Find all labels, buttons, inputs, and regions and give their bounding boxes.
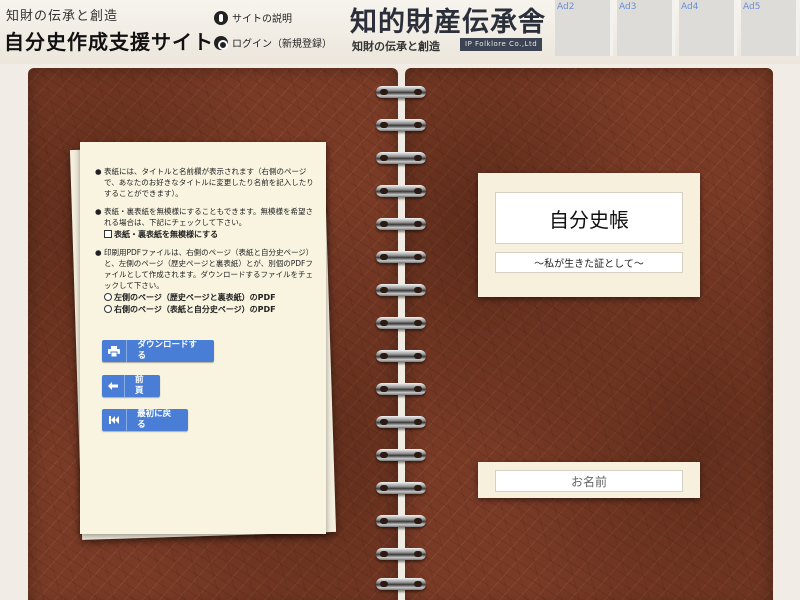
arrow-left-icon (102, 375, 126, 397)
ad-slot-4[interactable]: Ad4 (679, 0, 737, 56)
brand-name: 知的財産伝承舎 (350, 7, 546, 38)
spiral-ring (376, 350, 426, 362)
plain-cover-label: 表紙・裏表紙を無模様にする (114, 230, 219, 239)
site-title[interactable]: 自分史作成支援サイト (4, 26, 214, 55)
spiral-ring (376, 86, 426, 98)
instruction-item: ● 表紙には、タイトルと名前欄が表示されます（右側のページで、あなたのお好きなタ… (94, 166, 316, 199)
instruction-pdf: 印刷用PDFファイルは、右側のページ（表紙と自分史ページ）と、左側のページ（歴史… (104, 248, 314, 290)
spiral-ring (376, 416, 426, 428)
prev-page-button[interactable]: 前頁 (102, 375, 160, 397)
bullet: ● (95, 248, 102, 257)
spiral-ring (376, 218, 426, 230)
pdf-right-option[interactable]: 右側のページ（表紙と自分史ページ）のPDF (104, 304, 316, 315)
name-field[interactable]: お名前 (495, 470, 683, 492)
plain-cover-checkbox[interactable] (104, 230, 112, 238)
site-subtitle: 知財の伝承と創造 (6, 9, 119, 24)
spiral-ring (376, 284, 426, 296)
cover-name-card: お名前 (478, 462, 700, 498)
pdf-right-radio[interactable] (104, 305, 112, 313)
brand-badge: IP Folklore Co.,Ltd (460, 38, 543, 51)
instruction-item: ● 印刷用PDFファイルは、右側のページ（表紙と自分史ページ）と、左側のページ（… (94, 247, 316, 315)
instructions-paper: ● 表紙には、タイトルと名前欄が表示されます（右側のページで、あなたのお好きなタ… (80, 142, 326, 534)
first-page-label: 最初に戻る (137, 409, 172, 430)
skip-to-start-icon (102, 409, 128, 431)
spiral-ring (376, 152, 426, 164)
brand-logo[interactable]: 知的財産伝承舎 知財の伝承と創造 IP Folklore Co.,Ltd (348, 0, 552, 58)
login-link[interactable]: ログイン（新規登録） (214, 35, 332, 50)
bullet: ● (95, 207, 102, 216)
pdf-left-option[interactable]: 左側のページ（歴史ページと裏表紙）のPDF (104, 292, 316, 303)
prev-page-label: 前頁 (135, 375, 144, 396)
login-label: ログイン（新規登録） (232, 39, 332, 50)
ad-slot-5[interactable]: Ad5 (741, 0, 799, 56)
site-header: 知財の伝承と創造 自分史作成支援サイト サイトの説明 ログイン（新規登録） 知的… (0, 0, 800, 64)
spiral-ring (376, 449, 426, 461)
spiral-ring (376, 251, 426, 263)
spiral-ring (376, 317, 426, 329)
spiral-ring (376, 383, 426, 395)
plain-cover-option[interactable]: 表紙・裏表紙を無模様にする (104, 229, 316, 240)
download-label: ダウンロードする (137, 340, 197, 361)
spiral-ring (376, 548, 426, 560)
cover-subtitle-field[interactable]: ～私が生きた証として～ (495, 252, 683, 273)
brand-tagline: 知財の伝承と創造 (352, 40, 440, 53)
ad-slot-2[interactable]: Ad2 (555, 0, 613, 56)
spiral-ring (376, 482, 426, 494)
instruction-item: ● 表紙・裏表紙を無模様にすることもできます。無模様を希望される場合は、下記にチ… (94, 206, 316, 240)
cover-title-field[interactable]: 自分史帳 (495, 192, 683, 244)
instruction-plain-cover: 表紙・裏表紙を無模様にすることもできます。無模様を希望される場合は、下記にチェッ… (104, 207, 314, 227)
download-button[interactable]: ダウンロードする (102, 340, 214, 362)
pdf-left-radio[interactable] (104, 293, 112, 301)
info-icon (214, 10, 228, 25)
pdf-left-label: 左側のページ（歴史ページと裏表紙）のPDF (114, 293, 276, 302)
about-site-link[interactable]: サイトの説明 (214, 10, 292, 25)
notebook-right-page (405, 68, 773, 600)
spiral-ring (376, 578, 426, 590)
spiral-ring (376, 119, 426, 131)
about-site-label: サイトの説明 (232, 14, 292, 25)
spiral-ring (376, 185, 426, 197)
cover-title-card: 自分史帳 ～私が生きた証として～ (478, 173, 700, 297)
pdf-right-label: 右側のページ（表紙と自分史ページ）のPDF (114, 305, 276, 314)
instruction-cover-title: 表紙には、タイトルと名前欄が表示されます（右側のページで、あなたのお好きなタイト… (104, 167, 314, 198)
printer-icon (102, 340, 128, 362)
first-page-button[interactable]: 最初に戻る (102, 409, 188, 431)
spiral-ring (376, 515, 426, 527)
bullet: ● (95, 167, 102, 176)
key-icon (214, 35, 228, 50)
ad-slot-3[interactable]: Ad3 (617, 0, 675, 56)
